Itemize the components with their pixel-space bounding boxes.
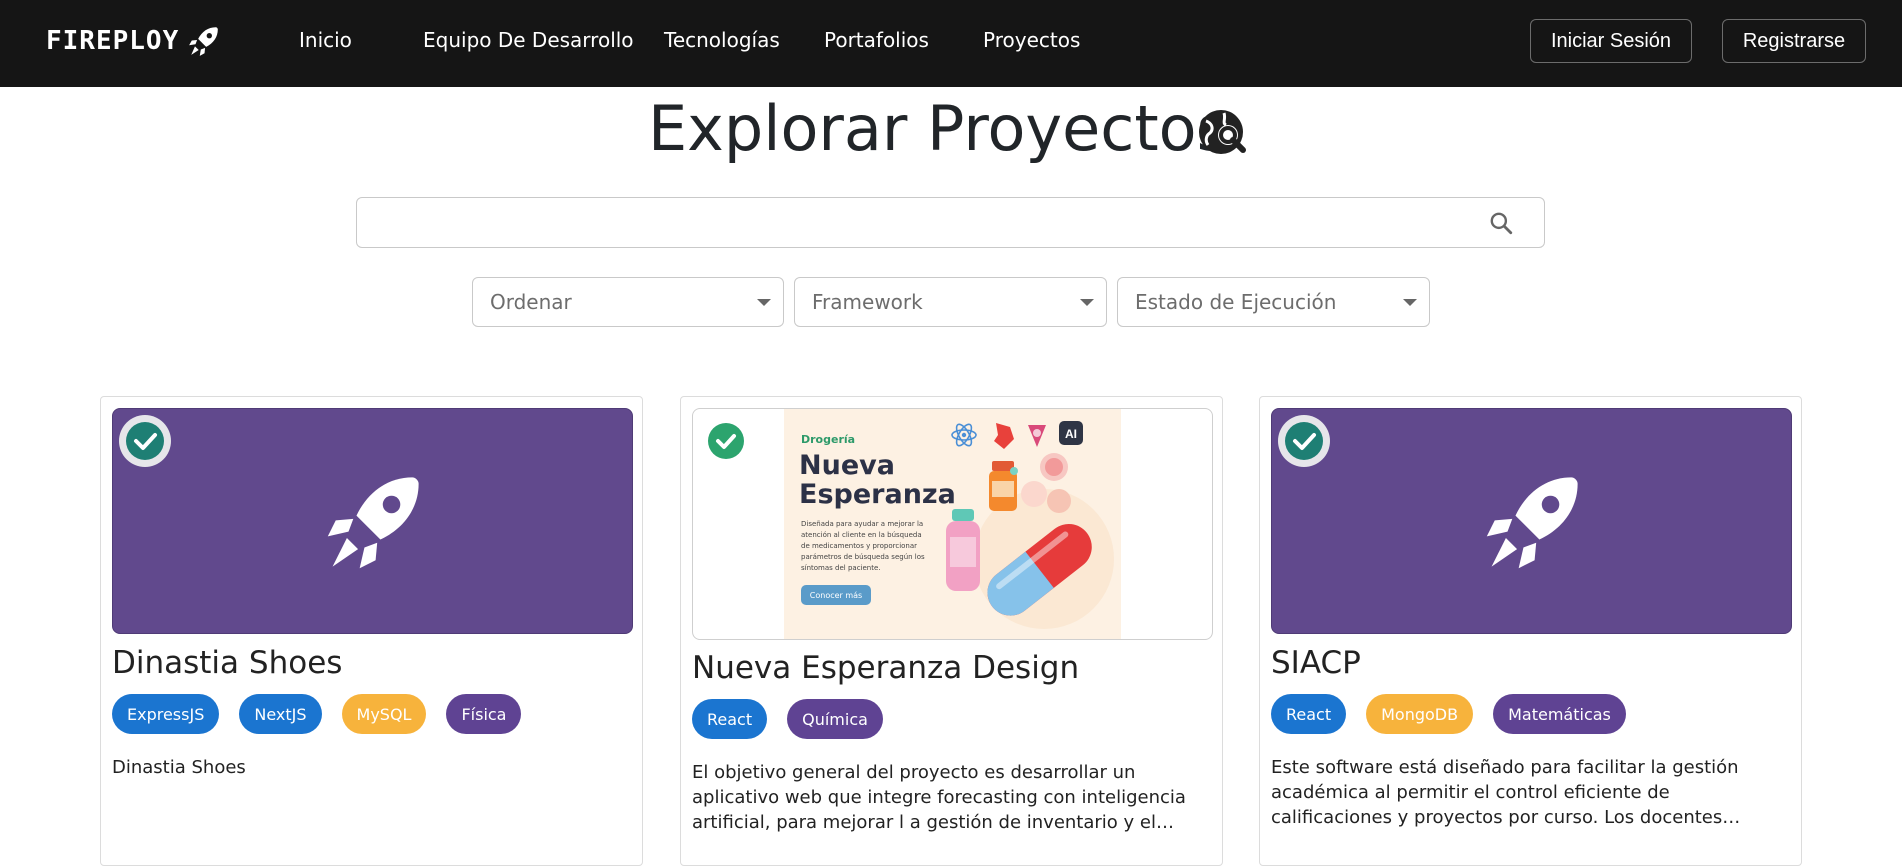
brand-name: FIREPLOY bbox=[46, 26, 180, 56]
globe-search-icon bbox=[1199, 110, 1246, 154]
react-icon bbox=[951, 423, 977, 447]
page-title: Explorar Proyectos bbox=[648, 92, 1229, 165]
project-card[interactable]: SIACP React MongoDB Matemáticas Este sof… bbox=[1259, 396, 1802, 866]
tag-badge: NextJS bbox=[239, 694, 322, 734]
drugstore-banner-image: Drogería Nueva Esperanza Diseñada para a… bbox=[784, 409, 1121, 639]
status-select-label: Estado de Ejecución bbox=[1135, 290, 1337, 314]
sort-select-label: Ordenar bbox=[490, 290, 572, 314]
search-bar bbox=[356, 197, 1545, 248]
rocket-icon bbox=[1486, 477, 1578, 569]
nav-link-equipo[interactable]: Equipo De Desarrollo bbox=[423, 28, 634, 52]
tag-badge: Matemáticas bbox=[1493, 694, 1626, 734]
check-badge-icon bbox=[119, 415, 171, 467]
chevron-down-icon bbox=[1080, 299, 1094, 306]
nav-link-tecnologias[interactable]: Tecnologías bbox=[664, 28, 780, 52]
project-image[interactable] bbox=[1271, 408, 1792, 634]
tag-badge: MongoDB bbox=[1366, 694, 1474, 734]
nav-link-proyectos[interactable]: Proyectos bbox=[983, 28, 1080, 52]
nav-link-inicio[interactable]: Inicio bbox=[299, 28, 352, 52]
tag-list: ExpressJS NextJS MySQL Física bbox=[112, 694, 522, 734]
search-icon[interactable] bbox=[1488, 210, 1514, 236]
chevron-down-icon bbox=[1403, 299, 1417, 306]
project-image[interactable] bbox=[112, 408, 633, 634]
navbar: FIREPLOY Inicio Equipo De Desarrollo Tec… bbox=[0, 0, 1902, 87]
nestjs-icon bbox=[994, 423, 1014, 449]
tag-badge: Física bbox=[446, 694, 522, 734]
project-description: Este software está diseñado para facilit… bbox=[1271, 757, 1739, 828]
medicine-illustration: AI bbox=[946, 421, 1114, 629]
check-badge-icon bbox=[708, 423, 744, 459]
tag-badge: MySQL bbox=[341, 694, 427, 734]
nav-link-portafolios[interactable]: Portafolios bbox=[824, 28, 929, 52]
brand-logo[interactable]: FIREPLOY bbox=[46, 24, 221, 58]
rocket-icon bbox=[327, 477, 419, 569]
project-title[interactable]: Nueva Esperanza Design bbox=[692, 650, 1079, 686]
project-title[interactable]: SIACP bbox=[1271, 645, 1361, 681]
register-button[interactable]: Registrarse bbox=[1722, 19, 1866, 63]
tag-badge: Química bbox=[787, 699, 883, 739]
project-card[interactable]: Drogería Nueva Esperanza Diseñada para a… bbox=[680, 396, 1223, 866]
sort-select[interactable]: Ordenar bbox=[472, 277, 784, 327]
project-description: El objetivo general del proyecto es desa… bbox=[692, 762, 1186, 833]
svg-text:AI: AI bbox=[1065, 427, 1077, 441]
tag-list: React Química bbox=[692, 699, 883, 739]
project-image[interactable]: Drogería Nueva Esperanza Diseñada para a… bbox=[692, 408, 1213, 640]
project-description: Dinastia Shoes bbox=[112, 757, 246, 778]
framework-select[interactable]: Framework bbox=[794, 277, 1107, 327]
tag-badge: React bbox=[692, 699, 768, 739]
check-badge-icon bbox=[1278, 415, 1330, 467]
tag-badge: ExpressJS bbox=[112, 694, 220, 734]
project-title[interactable]: Dinastia Shoes bbox=[112, 645, 342, 681]
login-button[interactable]: Iniciar Sesión bbox=[1530, 19, 1692, 63]
project-card[interactable]: Dinastia Shoes ExpressJS NextJS MySQL Fí… bbox=[100, 396, 643, 866]
tag-badge: React bbox=[1271, 694, 1347, 734]
tag-list: React MongoDB Matemáticas bbox=[1271, 694, 1626, 734]
rocket-icon bbox=[189, 27, 219, 56]
chevron-down-icon bbox=[757, 299, 771, 306]
status-select[interactable]: Estado de Ejecución bbox=[1117, 277, 1430, 327]
framework-select-label: Framework bbox=[812, 290, 923, 314]
search-input[interactable] bbox=[371, 206, 1471, 240]
